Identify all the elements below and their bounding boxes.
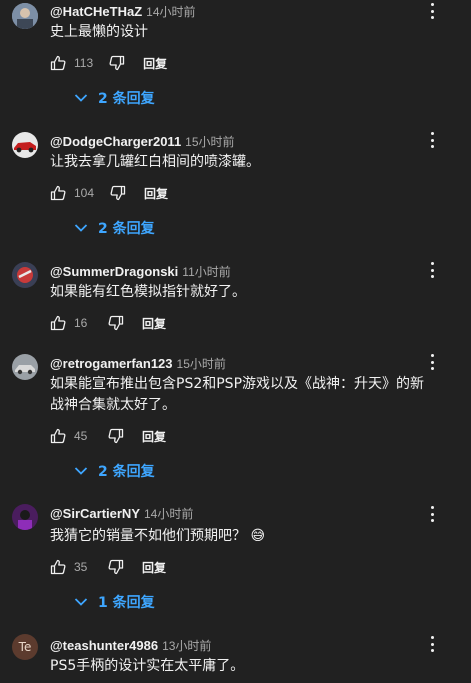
replies-count-label: 2 条回复 xyxy=(98,221,155,237)
reply-button[interactable]: 回复 xyxy=(144,185,168,202)
comment-text: 如果能宣布推出包含PS2和PSP游戏以及《战神：升天》的新战神合集就太好了。 xyxy=(50,376,425,413)
like-icon[interactable] xyxy=(48,426,68,446)
comment-username[interactable]: @teashunter4986 xyxy=(50,638,158,653)
comment-username[interactable]: @retrogamerfan123 xyxy=(50,356,173,371)
chevron-down-icon xyxy=(74,94,88,102)
comment-text: PS5手柄的设计实在太平庸了。 xyxy=(50,658,245,674)
chevron-down-icon xyxy=(74,467,88,475)
comment-timestamp[interactable]: 13小时前 xyxy=(162,637,211,654)
chevron-down-icon xyxy=(74,598,88,606)
avatar[interactable] xyxy=(12,504,38,530)
comment-text: 如果能有红色模拟指针就好了。 xyxy=(50,284,246,300)
comment-timestamp[interactable]: 15小时前 xyxy=(185,133,234,150)
dislike-icon[interactable] xyxy=(106,557,126,577)
sweat-smile-emoji: 😅 xyxy=(250,528,266,544)
like-count: 113 xyxy=(74,56,94,70)
more-actions-icon[interactable] xyxy=(424,634,440,654)
like-icon[interactable] xyxy=(48,183,68,203)
comment-text: 让我去拿几罐红白相间的喷漆罐。 xyxy=(50,154,260,170)
reply-button[interactable]: 回复 xyxy=(142,559,166,576)
replies-count-label: 2 条回复 xyxy=(98,91,155,107)
avatar-initials: Te xyxy=(18,640,32,654)
like-icon[interactable] xyxy=(48,557,68,577)
replies-count-label: 2 条回复 xyxy=(98,464,155,480)
more-actions-icon[interactable] xyxy=(424,1,440,21)
avatar[interactable] xyxy=(12,3,38,29)
comment-timestamp[interactable]: 14小时前 xyxy=(146,3,195,20)
view-replies-button[interactable]: 2 条回复 xyxy=(74,218,155,238)
reply-button[interactable]: 回复 xyxy=(143,55,167,72)
like-count: 35 xyxy=(74,560,88,574)
dislike-icon[interactable] xyxy=(107,53,127,73)
avatar[interactable] xyxy=(12,262,38,288)
view-replies-button[interactable]: 2 条回复 xyxy=(74,461,155,481)
dislike-icon[interactable] xyxy=(106,313,126,333)
avatar[interactable] xyxy=(12,354,38,380)
chevron-down-icon xyxy=(74,224,88,232)
comment-timestamp[interactable]: 11小时前 xyxy=(182,263,230,280)
reply-button[interactable]: 回复 xyxy=(142,315,166,332)
comment-username[interactable]: @HatCHeTHaZ xyxy=(50,4,142,19)
dislike-icon[interactable] xyxy=(108,183,128,203)
comment-text: 我猜它的销量不如他们预期吧？ 😅 xyxy=(50,526,430,547)
reply-button[interactable]: 回复 xyxy=(142,428,166,445)
like-count: 16 xyxy=(74,316,88,330)
like-count: 45 xyxy=(74,429,88,443)
avatar[interactable]: Te xyxy=(12,634,38,660)
more-actions-icon[interactable] xyxy=(424,130,440,150)
dislike-icon[interactable] xyxy=(106,426,126,446)
more-actions-icon[interactable] xyxy=(424,260,440,280)
comment-username[interactable]: @SummerDragonski xyxy=(50,264,178,279)
avatar[interactable] xyxy=(12,132,38,158)
view-replies-button[interactable]: 2 条回复 xyxy=(74,88,155,108)
comment-username[interactable]: @DodgeCharger2011 xyxy=(50,134,181,149)
comment-text-body: 我猜它的销量不如他们预期吧？ xyxy=(50,528,246,544)
view-replies-button[interactable]: 1 条回复 xyxy=(74,592,155,612)
comment-timestamp[interactable]: 14小时前 xyxy=(144,505,193,522)
like-icon[interactable] xyxy=(48,313,68,333)
replies-count-label: 1 条回复 xyxy=(98,595,155,611)
more-actions-icon[interactable] xyxy=(424,504,440,524)
like-icon[interactable] xyxy=(48,53,68,73)
comment-text: 史上最懒的设计 xyxy=(50,24,148,40)
comment-timestamp[interactable]: 15小时前 xyxy=(177,355,226,372)
comment-username[interactable]: @SirCartierNY xyxy=(50,506,140,521)
like-count: 104 xyxy=(74,186,95,200)
more-actions-icon[interactable] xyxy=(424,352,440,372)
